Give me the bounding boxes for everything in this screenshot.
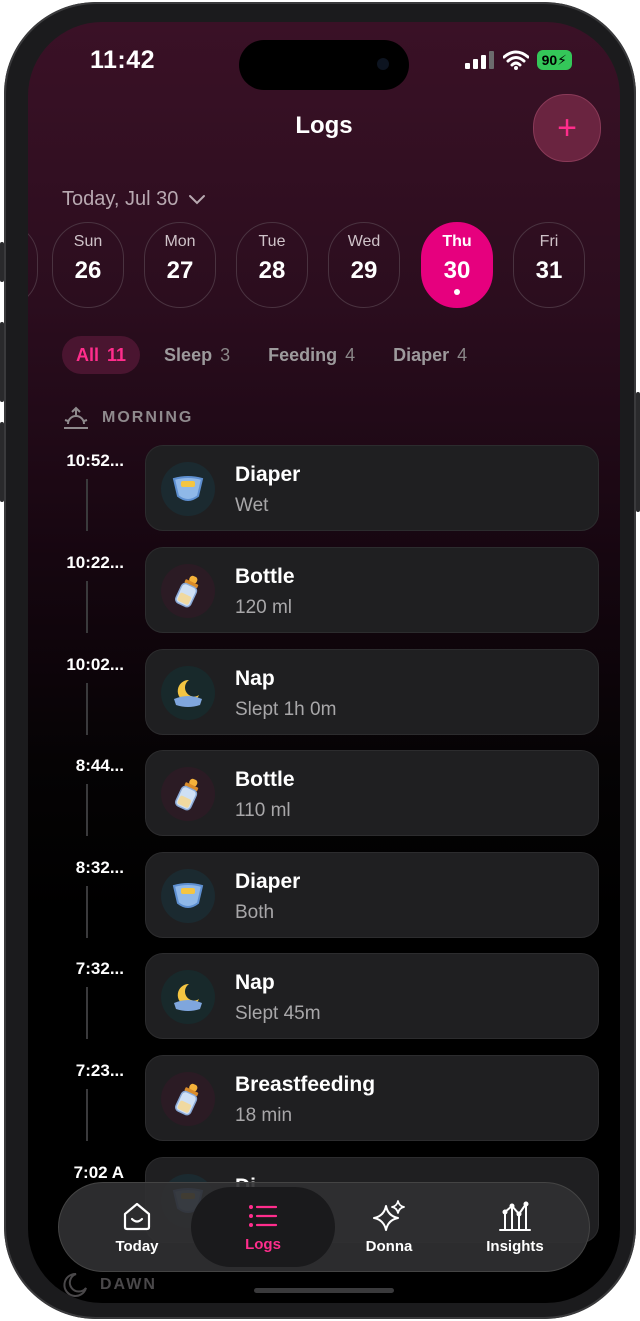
- entry-subtitle: 110 ml: [235, 800, 291, 821]
- day-thu[interactable]: Thu 30: [421, 222, 493, 308]
- day-mon[interactable]: Mon 27: [144, 222, 216, 308]
- tab-bar: Today Logs Donna Insights: [58, 1182, 590, 1272]
- dynamic-island: [239, 40, 409, 90]
- status-icons: 90⚡: [464, 50, 572, 70]
- log-card[interactable]: Breastfeeding 18 min: [145, 1055, 599, 1141]
- timeline-line: [86, 581, 88, 633]
- moon-icon: [63, 1272, 87, 1297]
- phone-frame: 11:42 90⚡ Logs + Today, Jul 30 Sun 26 Mo…: [0, 2, 640, 1319]
- log-entry: 10:02... Nap Slept 1h 0m: [28, 649, 620, 737]
- tab-today[interactable]: Today: [71, 1183, 203, 1271]
- timeline-line: [86, 987, 88, 1039]
- home-indicator: [254, 1288, 394, 1293]
- entry-subtitle: 120 ml: [235, 597, 293, 618]
- entry-title: Bottle: [235, 768, 295, 791]
- date-label: Today, Jul 30: [62, 188, 179, 210]
- section-morning: MORNING: [62, 406, 193, 430]
- entry-time: 8:32...: [75, 858, 124, 877]
- timeline-line: [86, 886, 88, 938]
- entry-subtitle: Both: [235, 902, 275, 923]
- list-icon: [249, 1204, 278, 1227]
- battery-indicator: 90⚡: [536, 50, 572, 70]
- entry-time: 10:52...: [66, 451, 124, 470]
- entry-title: Breastfeeding: [235, 1073, 376, 1096]
- plus-icon: +: [557, 109, 577, 147]
- entry-time: 10:22...: [66, 553, 124, 572]
- entry-time: 7:32...: [75, 959, 124, 978]
- timeline-line: [86, 683, 88, 735]
- page-title: Logs: [295, 112, 353, 139]
- log-card[interactable]: Bottle 110 ml: [145, 750, 599, 836]
- entry-time: 7:02 A: [73, 1163, 124, 1182]
- filter-feeding[interactable]: Feeding 4: [254, 336, 369, 374]
- section-morning-label: MORNING: [102, 409, 194, 426]
- tab-insights[interactable]: Insights: [449, 1183, 581, 1271]
- log-card[interactable]: Nap Slept 1h 0m: [145, 649, 599, 735]
- entry-subtitle: Slept 1h 0m: [235, 699, 337, 720]
- section-dawn: DAWN: [62, 1272, 157, 1298]
- entry-time: 10:02...: [66, 655, 124, 674]
- moon-icon: [161, 970, 215, 1024]
- chart-icon: [499, 1201, 531, 1231]
- action-button: [0, 242, 4, 282]
- entry-subtitle: Wet: [235, 495, 269, 516]
- tab-donna[interactable]: Donna: [323, 1183, 455, 1271]
- date-dropdown[interactable]: Today, Jul 30: [62, 188, 206, 211]
- today-dot: [454, 289, 460, 295]
- filter-sleep[interactable]: Sleep 3: [150, 336, 244, 374]
- log-entry: 7:32... Nap Slept 45m: [28, 953, 620, 1041]
- entry-title: Bottle: [235, 565, 295, 588]
- wifi-icon: [502, 50, 529, 70]
- chevron-down-icon: [189, 194, 206, 204]
- bottle-icon: [161, 564, 215, 618]
- section-dawn-label: DAWN: [100, 1276, 157, 1293]
- log-entry: 10:22... Bottle 120 ml: [28, 547, 620, 635]
- log-card[interactable]: Diaper Both: [145, 852, 599, 938]
- day-fri[interactable]: Fri 31: [513, 222, 585, 308]
- bottle-icon: [161, 767, 215, 821]
- day-wed[interactable]: Wed 29: [328, 222, 400, 308]
- entry-title: Diaper: [235, 463, 301, 486]
- app-screen: 11:42 90⚡ Logs + Today, Jul 30 Sun 26 Mo…: [28, 22, 620, 1303]
- filter-all[interactable]: All 11: [62, 336, 141, 374]
- entry-title: Nap: [235, 971, 275, 994]
- entry-time: 8:44...: [75, 756, 124, 775]
- day-tue[interactable]: Tue 28: [236, 222, 308, 308]
- timeline-line: [86, 479, 88, 531]
- moon-icon: [161, 666, 215, 720]
- timeline-line: [86, 784, 88, 836]
- log-card[interactable]: Diaper Wet: [145, 445, 599, 531]
- tab-logs[interactable]: Logs: [191, 1187, 335, 1267]
- home-icon: [123, 1202, 151, 1230]
- filter-diaper[interactable]: Diaper 4: [379, 336, 481, 374]
- entry-title: Nap: [235, 667, 275, 690]
- log-card[interactable]: Nap Slept 45m: [145, 953, 599, 1039]
- log-card[interactable]: Bottle 120 ml: [145, 547, 599, 633]
- log-entry: 8:44... Bottle 110 ml: [28, 750, 620, 838]
- volume-down-button: [0, 422, 4, 502]
- filter-chips: All 11 Sleep 3 Feeding 4 Diaper 4: [62, 336, 481, 374]
- signal-icon: [464, 51, 494, 69]
- entry-title: Diaper: [235, 870, 301, 893]
- log-entry: 7:23... Breastfeeding 18 min: [28, 1055, 620, 1143]
- day-sun[interactable]: Sun 26: [52, 222, 124, 308]
- log-entry: 10:52... Diaper Wet: [28, 445, 620, 533]
- power-button: [636, 392, 640, 512]
- log-entry: 8:32... Diaper Both: [28, 852, 620, 940]
- volume-up-button: [0, 322, 4, 402]
- entry-time: 7:23...: [75, 1061, 124, 1080]
- timeline-line: [86, 1089, 88, 1141]
- day-partial[interactable]: [28, 222, 38, 308]
- entry-subtitle: Slept 45m: [235, 1003, 321, 1024]
- sunrise-icon: [64, 406, 88, 429]
- sparkles-icon: [373, 1199, 405, 1231]
- diaper-icon: [161, 462, 215, 516]
- bottle-icon: [161, 1072, 215, 1126]
- status-time: 11:42: [90, 46, 156, 74]
- day-strip: Sun 26 Mon 27 Tue 28 Wed 29 Thu 30 Fri 31: [28, 222, 620, 312]
- entry-subtitle: 18 min: [235, 1105, 293, 1126]
- diaper-icon: [161, 869, 215, 923]
- add-log-button[interactable]: +: [533, 94, 601, 162]
